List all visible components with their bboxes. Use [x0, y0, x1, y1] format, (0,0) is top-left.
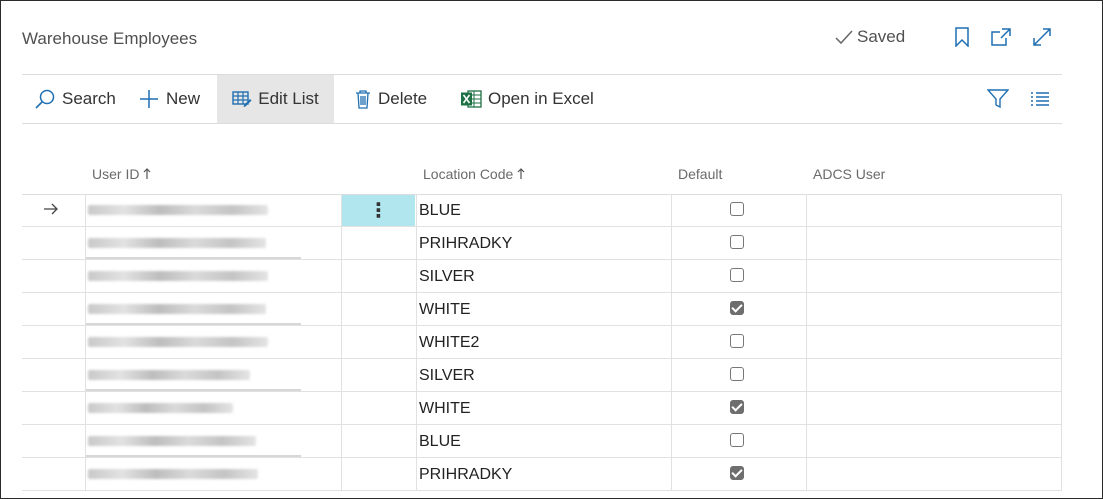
default-checkbox[interactable] [730, 400, 744, 414]
redacted-blur [88, 205, 268, 215]
page-title: Warehouse Employees [22, 29, 198, 48]
saved-status: Saved [835, 27, 905, 47]
open-in-excel-button[interactable]: Open in Excel [460, 75, 594, 123]
location-code-cell[interactable]: SILVER [419, 268, 475, 286]
delete-button[interactable]: Delete [354, 75, 427, 123]
table-row[interactable]: SILVER [22, 359, 1062, 392]
user-id-cell-redacted[interactable] [86, 194, 301, 226]
user-id-cell-redacted[interactable] [86, 392, 301, 424]
redacted-blur [88, 304, 266, 314]
edit-list-button-label: Edit List [258, 89, 319, 108]
open-new-window-icon[interactable] [990, 26, 1012, 48]
redacted-blur [88, 370, 250, 380]
redacted-blur [88, 271, 268, 281]
column-header-adcs-user-label: ADCS User [813, 166, 886, 182]
filter-icon [987, 89, 1009, 109]
location-code-cell[interactable]: BLUE [419, 433, 461, 451]
search-button-label: Search [62, 89, 116, 108]
location-code-cell[interactable]: PRIHRADKY [419, 235, 512, 253]
user-id-cell-redacted[interactable] [86, 458, 301, 490]
redacted-blur [88, 469, 258, 479]
action-toolbar: Search New Edit List Delete Open in Exce… [22, 75, 1062, 123]
default-checkbox[interactable] [730, 466, 744, 480]
location-code-cell[interactable]: WHITE [419, 301, 471, 319]
location-code-cell[interactable]: WHITE2 [419, 334, 479, 352]
default-checkbox[interactable] [730, 268, 744, 282]
default-checkbox[interactable] [730, 235, 744, 249]
table-row[interactable]: WHITE [22, 293, 1062, 326]
user-id-cell-redacted[interactable] [86, 260, 301, 292]
user-id-cell-redacted[interactable] [86, 359, 301, 391]
column-header-location-code-label: Location Code [423, 166, 514, 182]
redacted-blur [88, 403, 233, 413]
table-row[interactable]: SILVER [22, 260, 1062, 293]
list-view-icon [1031, 92, 1049, 106]
new-button[interactable]: New [138, 75, 200, 123]
table-row[interactable]: WHITE [22, 392, 1062, 425]
redacted-blur [88, 337, 268, 347]
table-row[interactable]: PRIHRADKY [22, 458, 1062, 491]
search-icon [35, 89, 55, 109]
column-header-adcs-user[interactable]: ADCS User [813, 166, 885, 182]
default-checkbox[interactable] [730, 202, 744, 216]
table-row[interactable]: PRIHRADKY [22, 227, 1062, 260]
table-row[interactable]: ⋮ BLUE [22, 194, 1062, 227]
employee-grid: ⋮ BLUE PRIHRADKY SILVER WHITE WHITE2 SILVER WHI… [22, 194, 1062, 491]
sort-ascending-icon [517, 168, 525, 179]
saved-status-label: Saved [857, 27, 906, 46]
toolbar-divider [22, 123, 1062, 124]
user-id-cell-redacted[interactable] [86, 425, 301, 457]
check-icon [835, 30, 853, 45]
delete-button-label: Delete [378, 89, 428, 108]
row-divider [22, 490, 1062, 491]
user-id-cell-redacted[interactable] [86, 293, 301, 325]
table-row[interactable]: BLUE [22, 425, 1062, 458]
redacted-blur [88, 436, 256, 446]
new-button-label: New [166, 89, 201, 108]
location-code-cell[interactable]: BLUE [419, 202, 461, 220]
column-header-user-id[interactable]: User ID [92, 166, 151, 182]
column-header-location-code[interactable]: Location Code [423, 166, 525, 182]
edit-grid-icon [232, 91, 252, 107]
search-button[interactable]: Search [34, 75, 116, 123]
table-row[interactable]: WHITE2 [22, 326, 1062, 359]
user-id-cell-redacted[interactable] [86, 227, 301, 259]
trash-icon [356, 90, 370, 109]
location-code-cell[interactable]: PRIHRADKY [419, 466, 512, 484]
column-header-default[interactable]: Default [678, 166, 722, 182]
plus-icon [140, 90, 158, 108]
location-code-cell[interactable]: SILVER [419, 367, 475, 385]
default-checkbox[interactable] [730, 301, 744, 315]
location-code-cell[interactable]: WHITE [419, 400, 471, 418]
redacted-blur [88, 238, 266, 248]
current-row-arrow-icon [42, 200, 60, 223]
open-in-excel-button-label: Open in Excel [488, 89, 594, 108]
default-checkbox[interactable] [730, 334, 744, 348]
excel-icon [461, 90, 482, 108]
default-checkbox[interactable] [730, 367, 744, 381]
filter-button[interactable] [987, 75, 1015, 123]
sort-ascending-icon [144, 168, 151, 179]
edit-list-button[interactable]: Edit List [217, 75, 334, 123]
column-header-user-id-label: User ID [92, 166, 140, 182]
expand-icon[interactable] [1031, 26, 1053, 48]
bookmark-icon[interactable] [951, 26, 973, 48]
user-id-cell-redacted[interactable] [86, 326, 301, 358]
default-checkbox[interactable] [730, 433, 744, 447]
list-view-button[interactable] [1030, 75, 1056, 123]
more-options-icon: ⋮ [368, 200, 389, 222]
column-header-default-label: Default [678, 166, 723, 182]
page-frame: Warehouse Employees Saved Search New Edi… [0, 0, 1103, 499]
row-actions-button[interactable]: ⋮ [342, 195, 415, 227]
